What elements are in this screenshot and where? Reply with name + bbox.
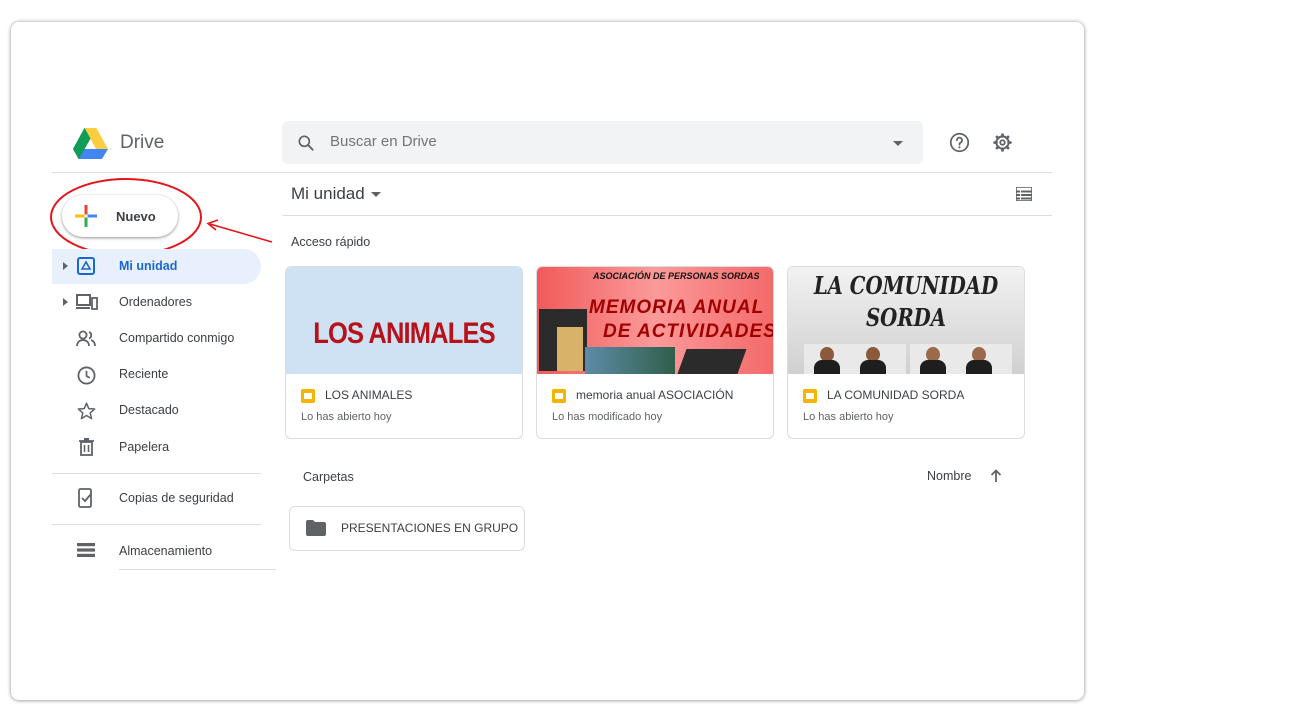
- sidebar-item-almacenamiento[interactable]: Almacenamiento: [119, 544, 212, 558]
- quick-access-card[interactable]: LOS ANIMALES LOS ANIMALES Lo has abierto…: [285, 266, 523, 439]
- thumbnail-text: MEMORIA ANUAL: [589, 297, 765, 318]
- app-name: Drive: [120, 132, 165, 153]
- quick-access-title: Acceso rápido: [291, 235, 371, 249]
- slides-icon: [803, 389, 817, 403]
- sidebar-item-reciente[interactable]: Reciente: [119, 367, 168, 381]
- card-title: LA COMUNIDAD SORDA: [827, 388, 965, 402]
- computers-icon: [76, 294, 98, 310]
- header-divider: [52, 172, 1052, 173]
- card-thumbnail: LOS ANIMALES: [286, 267, 522, 374]
- thumbnail-text: SORDA: [865, 303, 947, 332]
- my-drive-icon: [77, 257, 95, 275]
- quick-access-card[interactable]: LA COMUNIDAD SORDA LA COMUNIDAD SORDA Lo…: [787, 266, 1025, 439]
- sort-arrow-up-icon[interactable]: [990, 469, 1002, 482]
- quick-access-card[interactable]: ASOCIACIÓN DE PERSONAS SORDAS MEMORIA AN…: [536, 266, 774, 439]
- settings-gear-icon[interactable]: [992, 132, 1013, 153]
- sidebar-divider: [52, 473, 261, 474]
- slides-icon: [301, 389, 315, 403]
- photo-collage: [585, 347, 675, 374]
- search-options-icon[interactable]: [893, 141, 903, 146]
- help-icon[interactable]: [949, 132, 970, 153]
- card-subtitle: Lo has modificado hoy: [552, 411, 663, 423]
- folder-icon: [306, 520, 326, 536]
- card-thumbnail: LA COMUNIDAD SORDA: [788, 267, 1024, 374]
- people-photos: [804, 344, 1012, 374]
- card-thumbnail: ASOCIACIÓN DE PERSONAS SORDAS MEMORIA AN…: [537, 267, 773, 374]
- photo-collage: [557, 327, 583, 371]
- expand-arrow-icon[interactable]: [63, 298, 68, 306]
- sort-label[interactable]: Nombre: [927, 469, 971, 483]
- sidebar-item-papelera[interactable]: Papelera: [119, 440, 169, 454]
- card-subtitle: Lo has abierto hoy: [301, 411, 392, 423]
- photo-collage: [677, 349, 747, 374]
- list-view-icon[interactable]: [1016, 187, 1032, 201]
- backup-icon: [78, 488, 92, 508]
- card-title: LOS ANIMALES: [325, 388, 413, 402]
- location-title[interactable]: Mi unidad: [291, 184, 365, 204]
- main-divider: [283, 215, 1052, 216]
- card-title: memoria anual ASOCIACIÓN: [576, 388, 734, 402]
- folder-name: PRESENTACIONES EN GRUPO: [341, 521, 519, 535]
- trash-icon: [79, 438, 94, 456]
- thumbnail-text: ASOCIACIÓN DE PERSONAS SORDAS: [593, 271, 760, 281]
- folders-title: Carpetas: [303, 470, 354, 484]
- slides-icon: [552, 389, 566, 403]
- thumbnail-text: LA COMUNIDAD: [813, 271, 999, 300]
- thumbnail-text: LOS ANIMALES: [313, 317, 495, 350]
- drive-logo-icon[interactable]: [73, 128, 108, 159]
- sidebar-item-copias[interactable]: Copias de seguridad: [119, 491, 234, 505]
- card-subtitle: Lo has abierto hoy: [803, 411, 894, 423]
- clock-icon: [77, 366, 96, 385]
- expand-arrow-icon[interactable]: [63, 262, 68, 270]
- sidebar-item-destacado[interactable]: Destacado: [119, 403, 179, 417]
- location-dropdown-icon[interactable]: [371, 192, 381, 197]
- sidebar-item-label: Mi unidad: [119, 259, 178, 273]
- search-input[interactable]: [330, 133, 850, 150]
- search-icon[interactable]: [296, 133, 316, 153]
- sidebar-divider: [52, 524, 261, 525]
- shared-icon: [76, 330, 96, 347]
- sidebar-item-ordenadores[interactable]: Ordenadores: [119, 295, 192, 309]
- storage-bar: [119, 569, 276, 570]
- storage-icon: [77, 543, 95, 557]
- thumbnail-text: DE ACTIVIDADES: [603, 321, 773, 342]
- star-icon: [77, 402, 96, 420]
- sidebar-item-compartido[interactable]: Compartido conmigo: [119, 331, 234, 345]
